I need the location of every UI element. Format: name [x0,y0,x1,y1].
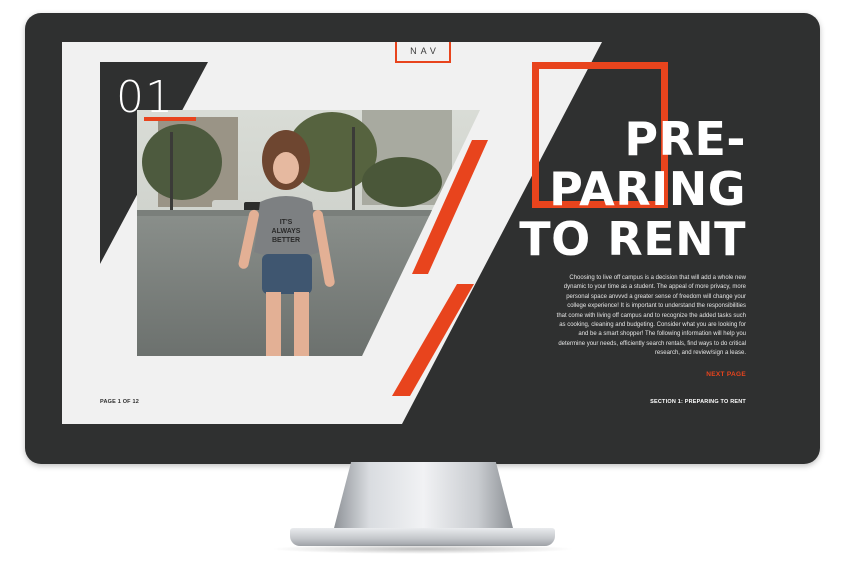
section-number: 01 [116,72,174,123]
title-line-2: PARING [549,162,746,216]
monitor-stand-shadow [270,544,575,554]
page-title: PRE- PARING TO RENT [519,114,746,264]
title-line-1: PRE- [624,112,746,166]
monitor-stand-neck [333,462,514,532]
section-label: SECTION 1: PREPARING TO RENT [650,399,746,405]
next-page-link[interactable]: NEXT PAGE [706,371,746,378]
nav-button[interactable]: NAV [395,42,451,63]
svg-text:BETTER: BETTER [272,237,300,244]
page-indicator: PAGE 1 OF 12 [100,399,139,405]
photo-content: IT'S ALWAYS BETTER [137,110,480,356]
intro-paragraph: Choosing to live off campus is a decisio… [556,275,746,357]
section-number-underline [144,117,196,121]
screen: IT'S ALWAYS BETTER NAV 01 PRE- PARING TO… [62,42,784,424]
svg-text:IT'S: IT'S [280,219,293,226]
svg-text:ALWAYS: ALWAYS [272,228,301,235]
title-line-3: TO RENT [519,212,746,266]
